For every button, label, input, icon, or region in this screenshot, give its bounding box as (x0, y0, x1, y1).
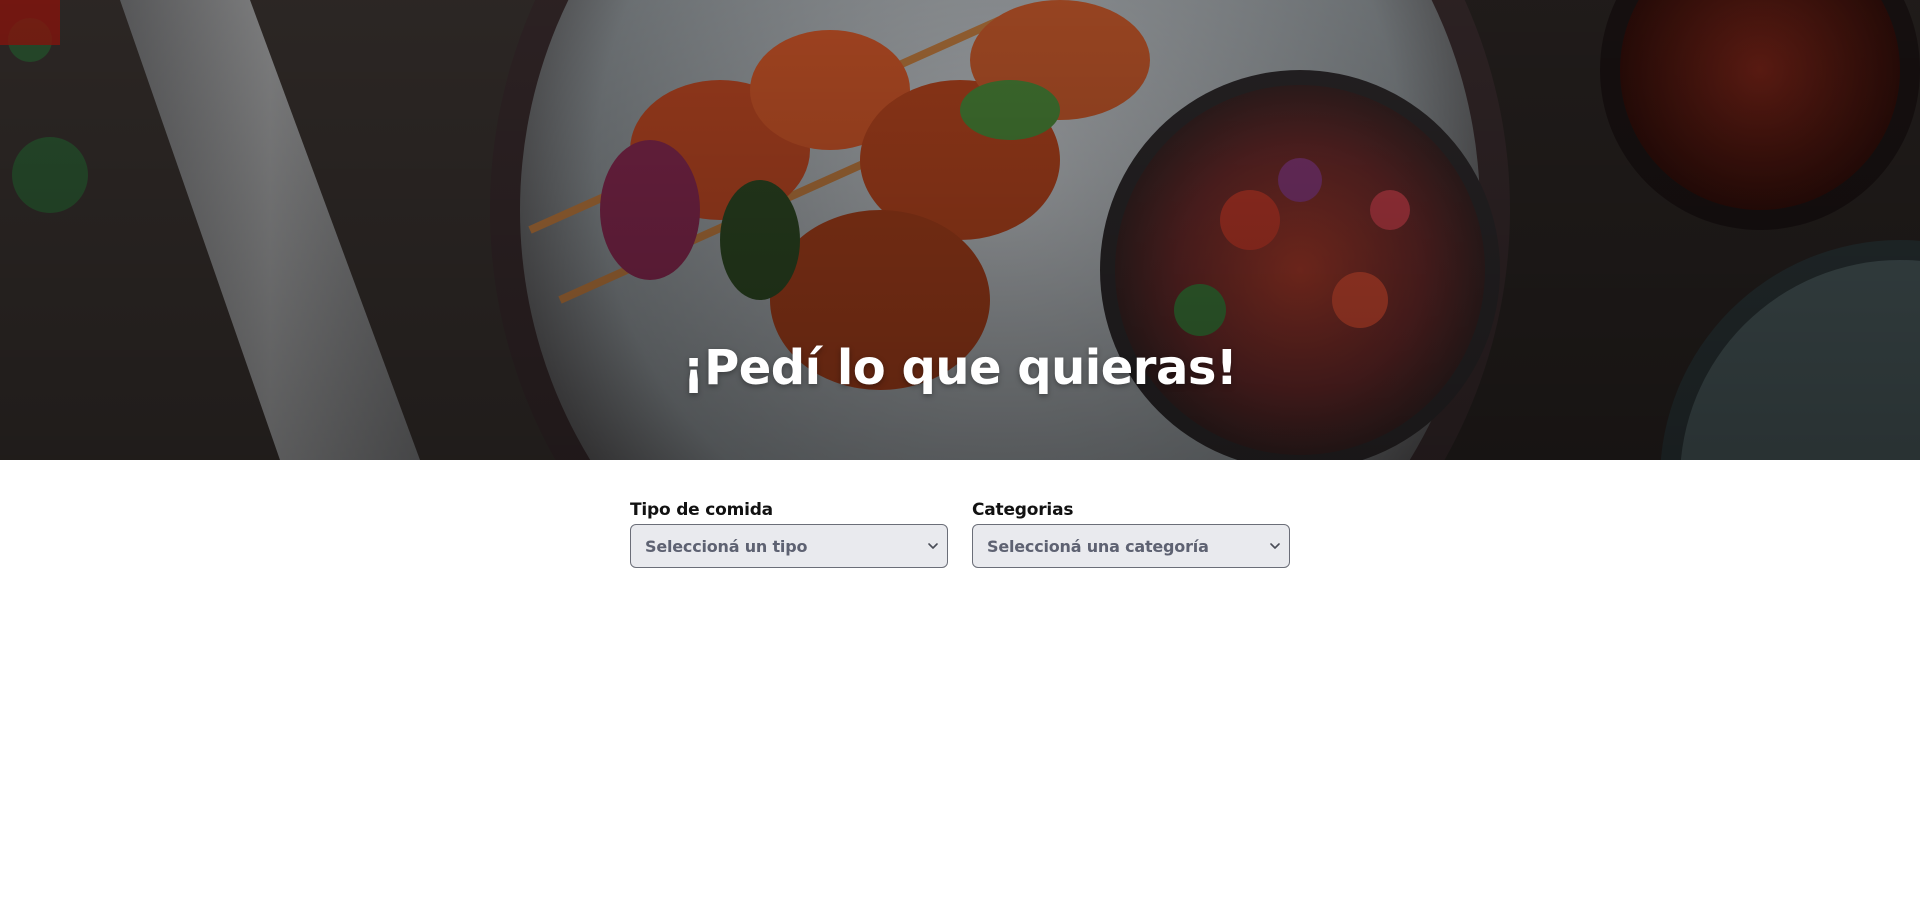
food-type-select[interactable]: Seleccioná un tipo (630, 524, 948, 568)
chevron-down-icon (1270, 543, 1280, 549)
categories-filter: Categorias Seleccioná una categoría (972, 500, 1290, 568)
hero-banner: ¡Pedí lo que quieras! (0, 0, 1920, 460)
food-type-filter: Tipo de comida Seleccioná un tipo (630, 500, 948, 568)
food-type-label: Tipo de comida (630, 500, 773, 520)
categories-select[interactable]: Seleccioná una categoría (972, 524, 1290, 568)
categories-select-value: Seleccioná una categoría (987, 536, 1209, 556)
filters-bar: Tipo de comida Seleccioná un tipo Catego… (630, 500, 1290, 568)
chevron-down-icon (928, 543, 938, 549)
food-type-select-value: Seleccioná un tipo (645, 536, 808, 556)
categories-label: Categorias (972, 500, 1074, 520)
hero-title: ¡Pedí lo que quieras! (682, 340, 1238, 396)
